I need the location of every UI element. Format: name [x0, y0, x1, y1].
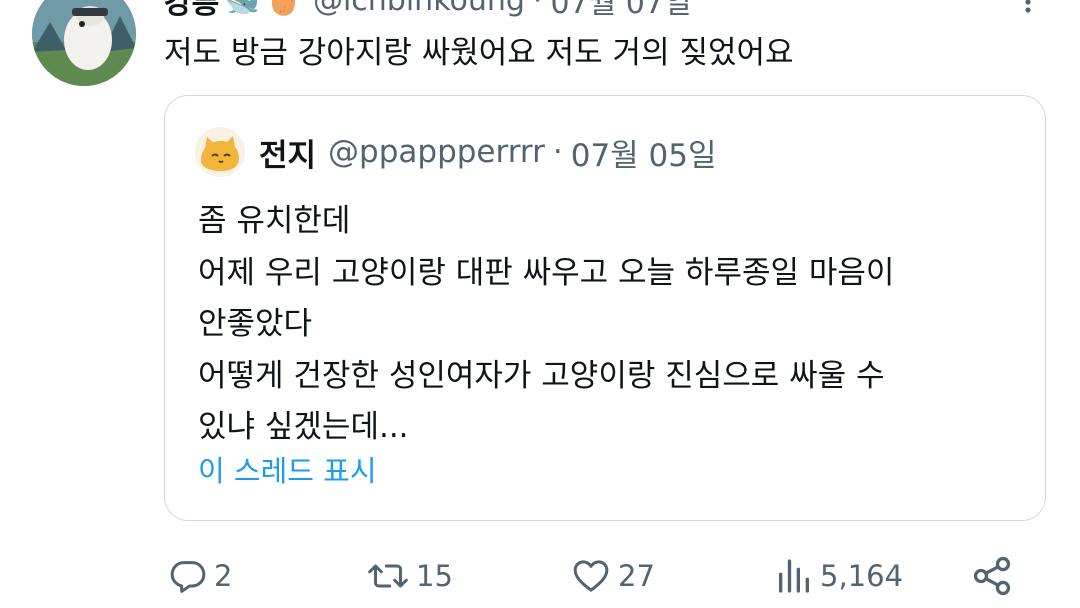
quote-line: 좀 유치한데 [198, 203, 351, 239]
quote-line: 있냐 싶겠는데... [198, 409, 409, 445]
retweet-button[interactable]: 15 [366, 548, 453, 604]
avatar-image [32, 0, 136, 86]
reply-button[interactable]: 2 [168, 548, 232, 604]
show-thread-link[interactable]: 이 스레드 표시 [198, 448, 377, 490]
author-display-name[interactable]: 강릉 [164, 0, 219, 22]
quote-header: 전지 @ppappperrrr · 07월 05일 [195, 126, 717, 178]
share-icon [973, 556, 1011, 596]
quote-line: 어떻게 건장한 성인여자가 고양이랑 진심으로 싸울 수 [198, 357, 885, 394]
tweet-header: 강릉 🐋 🥚 @ichbinkoung · 07월 07일 [164, 0, 692, 24]
reply-bubble-icon [170, 561, 206, 593]
like-count: 27 [618, 559, 655, 593]
like-button[interactable]: 27 [570, 548, 655, 604]
more-dots-icon[interactable] [1016, 0, 1040, 18]
reply-count: 2 [214, 559, 233, 593]
tweet-text: 저도 방금 강아지랑 싸웠어요 저도 거의 짖었어요 [164, 35, 794, 71]
quote-line: 어제 우리 고양이랑 대판 싸우고 오늘 하루종일 마음이 [198, 254, 895, 291]
author-handle[interactable]: @ichbinkoung [313, 0, 525, 18]
cat-avatar-icon [195, 127, 245, 177]
quote-tweet-card[interactable]: 전지 @ppappperrrr · 07월 05일 좀 유치한데 어제 우리 고… [164, 95, 1046, 521]
author-avatar[interactable] [32, 0, 136, 86]
retweet-icon [368, 564, 408, 588]
tweet-date[interactable]: 07월 07일 [550, 0, 691, 22]
views-chart-icon [779, 559, 809, 593]
separator-dot: · [532, 0, 543, 18]
retweet-count: 15 [416, 559, 453, 593]
whale-emoji: 🐋 [225, 0, 261, 17]
egg-emoji: 🥚 [266, 0, 301, 17]
quote-author-avatar [195, 127, 245, 177]
heart-icon [573, 560, 609, 592]
tweet-action-bar: 2 15 27 5,164 [0, 548, 1080, 608]
quote-text: 좀 유치한데 어제 우리 고양이랑 대판 싸우고 오늘 하루종일 마음이 안좋았… [198, 196, 1018, 454]
views-button[interactable]: 5,164 [774, 548, 903, 604]
quote-author-handle[interactable]: @ppappperrrr [328, 134, 545, 170]
quote-separator-dot: · [552, 134, 563, 170]
quote-line: 안좋았다 [198, 306, 313, 342]
quote-date[interactable]: 07월 05일 [571, 130, 717, 175]
quote-author-display-name[interactable]: 전지 [259, 130, 316, 175]
views-count: 5,164 [820, 559, 904, 593]
share-button[interactable] [970, 548, 1020, 604]
